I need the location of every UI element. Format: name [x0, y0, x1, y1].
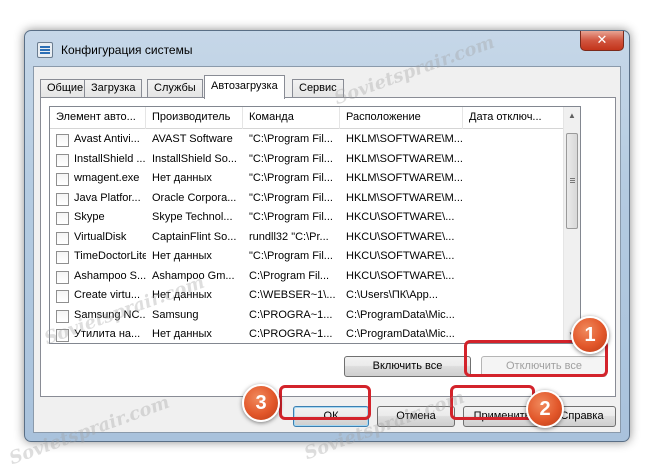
table-cell [463, 150, 564, 169]
table-row[interactable]: TimeDoctorLite Нет данных "C:\Program Fil.… [50, 247, 564, 267]
titlebar[interactable]: Конфигурация системы ✕ [25, 31, 629, 65]
dialog-client-area: Общие Загрузка Службы Автозагрузка Серви… [33, 66, 621, 433]
table-cell [463, 228, 564, 247]
table-cell: VirtualDisk [74, 230, 127, 243]
table-cell: C:\ProgramData\Mic... [346, 308, 455, 321]
table-row[interactable]: InstallShield ... InstallShield So... "C:\… [50, 150, 564, 170]
table-cell: C:\Users\ПК\App... [346, 289, 438, 301]
table-cell: HKLM\SOFTWARE\M... [346, 133, 463, 145]
tab-boot[interactable]: Загрузка [84, 79, 143, 98]
scrollbar-thumb[interactable] [566, 133, 578, 229]
table-cell: Skype Technol... [152, 211, 233, 223]
msconfig-app-icon [37, 42, 53, 58]
system-config-window: Конфигурация системы ✕ Общие Загрузка Сл… [24, 30, 630, 442]
table-cell [463, 130, 564, 149]
column-command[interactable]: Команда [243, 107, 340, 129]
table-cell: HKCU\SOFTWARE\... [346, 269, 455, 282]
table-cell: HKCU\SOFTWARE\... [346, 230, 455, 243]
table-cell: CaptainFlint So... [152, 230, 237, 243]
table-cell: HKCU\SOFTWARE\... [346, 250, 455, 262]
table-cell: Нет данных [152, 172, 212, 184]
enable-all-button[interactable]: Включить все [344, 356, 471, 377]
table-cell: Ashampoo S... [74, 269, 146, 282]
table-row[interactable]: Skype Skype Technol... "C:\Program Fil... H… [50, 208, 564, 228]
table-cell [463, 306, 564, 325]
table-cell: C:\Program Fil... [249, 269, 330, 282]
table-cell [463, 208, 564, 227]
tab-services[interactable]: Службы [147, 79, 203, 98]
list-header: Элемент авто... Производитель Команда Ра… [50, 107, 564, 129]
table-cell: Skype [74, 211, 105, 223]
table-cell: HKLM\SOFTWARE\M... [346, 191, 463, 204]
table-cell: C:\PROGRA~1... [249, 328, 333, 340]
table-cell [463, 325, 564, 343]
disable-all-button[interactable]: Отключить все [481, 356, 607, 377]
vertical-scrollbar[interactable]: ▲ ▼ [563, 107, 580, 343]
table-cell: "C:\Program Fil... [249, 211, 333, 223]
step-badge-1: 1 [571, 316, 609, 354]
table-cell: InstallShield So... [152, 152, 237, 165]
table-cell: "C:\Program Fil... [249, 191, 333, 204]
table-cell: Java Platfor... [74, 191, 141, 204]
table-cell: "C:\Program Fil... [249, 133, 333, 145]
table-cell [463, 247, 564, 266]
startup-tab-panel: Элемент авто... Производитель Команда Ра… [40, 97, 616, 397]
table-cell: TimeDoctorLite [74, 250, 146, 262]
table-cell: HKLM\SOFTWARE\M... [346, 172, 463, 184]
tab-general[interactable]: Общие [40, 79, 91, 98]
table-row[interactable]: Ashampoo S... Ashampoo Gm... C:\Program Fi… [50, 267, 564, 287]
scroll-up-arrow-icon[interactable]: ▲ [564, 107, 580, 124]
table-cell: HKLM\SOFTWARE\M... [346, 152, 463, 165]
tab-startup[interactable]: Автозагрузка [204, 75, 285, 99]
table-cell: rundll32 "C:\Pr... [249, 230, 329, 243]
table-cell [463, 189, 564, 208]
table-cell [463, 169, 564, 188]
window-title: Конфигурация системы [61, 43, 193, 57]
table-row[interactable]: Утилита на... Нет данных C:\PROGRA~1... C:\… [50, 325, 564, 343]
table-cell: Oracle Corpora... [152, 191, 237, 204]
table-row[interactable]: Avast Antivi... AVAST Software "C:\Program… [50, 130, 564, 150]
table-row[interactable]: wmagent.exe Нет данных "C:\Program Fil... H… [50, 169, 564, 189]
table-cell: "C:\Program Fil... [249, 250, 333, 262]
table-cell: Avast Antivi... [74, 133, 140, 145]
step-badge-2: 2 [526, 390, 564, 428]
table-cell: "C:\Program Fil... [249, 152, 333, 165]
column-date-disabled[interactable]: Дата отключ... [463, 107, 564, 129]
table-cell: C:\PROGRA~1... [249, 308, 333, 321]
table-cell: C:\WEBSER~1\... [249, 289, 336, 301]
table-cell: Нет данных [152, 250, 212, 262]
column-manufacturer[interactable]: Производитель [146, 107, 243, 129]
column-location[interactable]: Расположение [340, 107, 463, 129]
table-cell: "C:\Program Fil... [249, 172, 333, 184]
table-cell: InstallShield ... [74, 152, 146, 165]
table-cell [463, 267, 564, 286]
table-cell [463, 286, 564, 305]
step-badge-3: 3 [242, 384, 280, 422]
table-cell: HKCU\SOFTWARE\... [346, 211, 455, 223]
table-cell: wmagent.exe [74, 172, 140, 184]
table-row[interactable]: Java Platfor... Oracle Corpora... "C:\Prog… [50, 189, 564, 209]
table-cell: AVAST Software [152, 133, 233, 145]
close-button[interactable]: ✕ [580, 31, 624, 51]
table-cell: Нет данных [152, 328, 212, 340]
table-row[interactable]: VirtualDisk CaptainFlint So... rundll32 "C… [50, 228, 564, 248]
table-cell: C:\ProgramData\Mic... [346, 328, 455, 340]
scrollbar-grip-icon [570, 178, 575, 179]
column-startup-item[interactable]: Элемент авто... [50, 107, 146, 129]
